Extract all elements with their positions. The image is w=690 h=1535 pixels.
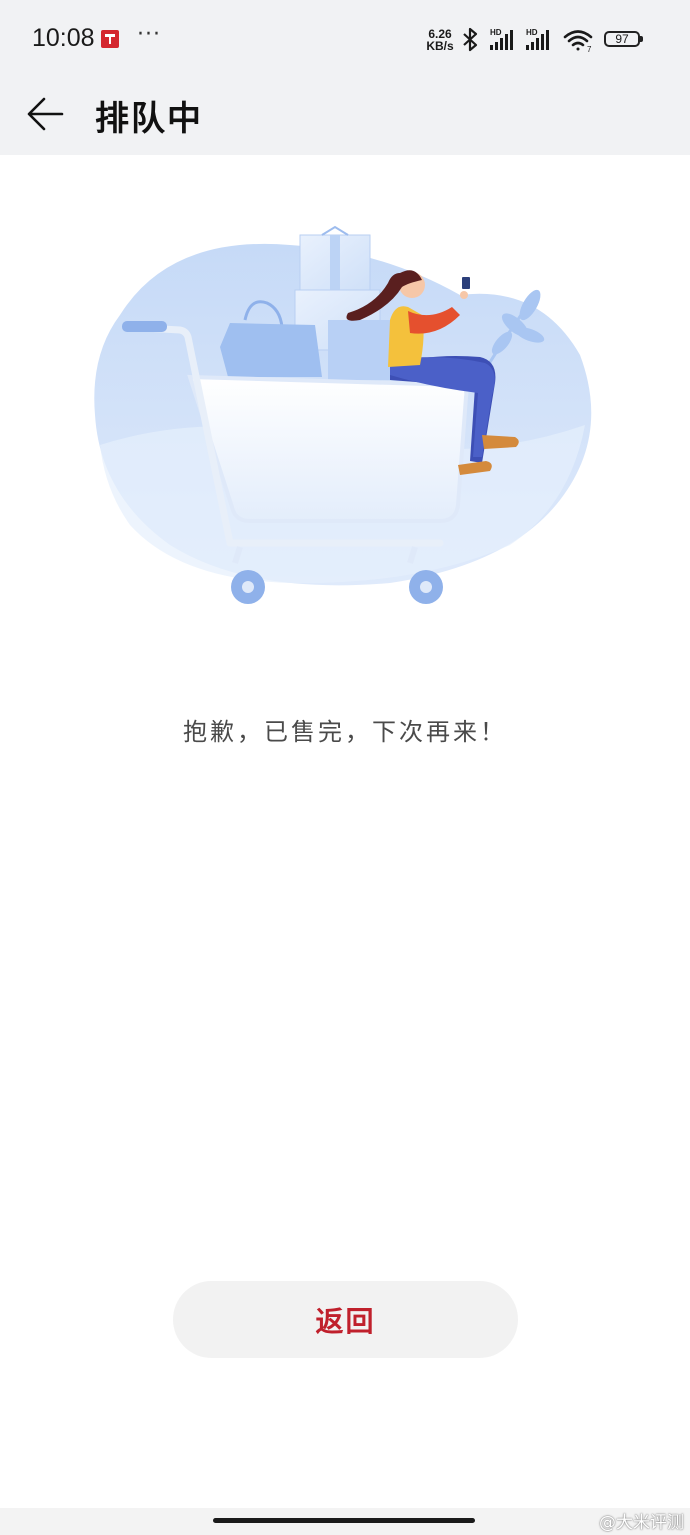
svg-text:HD: HD bbox=[490, 28, 502, 37]
page-title: 排队中 bbox=[95, 99, 203, 139]
gesture-navigation-area bbox=[0, 1508, 690, 1535]
status-time: 10:08 bbox=[32, 24, 95, 52]
screen: 10:08 ··· 6.26 KB/s HD HD 7 97 排队中 抱歉，已售… bbox=[0, 0, 690, 1535]
network-speed-unit: KB/s bbox=[426, 39, 454, 53]
status-bar: 10:08 ··· 6.26 KB/s HD HD 7 97 bbox=[0, 0, 690, 78]
home-indicator[interactable] bbox=[213, 1518, 475, 1523]
bluetooth-icon bbox=[463, 27, 478, 52]
status-more-indicator: ··· bbox=[137, 22, 161, 47]
status-icons: HD HD 7 bbox=[463, 27, 593, 54]
network-speed: 6.26 KB/s bbox=[423, 28, 457, 52]
wifi-icon: 7 bbox=[563, 30, 593, 54]
back-button[interactable] bbox=[22, 90, 70, 138]
return-button[interactable]: 返回 bbox=[173, 1281, 518, 1358]
app-notification-icon bbox=[101, 30, 119, 48]
sold-out-message: 抱歉，已售完，下次再来！ bbox=[183, 718, 507, 746]
back-arrow-icon bbox=[27, 97, 64, 131]
svg-text:7: 7 bbox=[587, 45, 592, 54]
svg-text:HD: HD bbox=[526, 28, 538, 37]
signal-hd-icon: HD bbox=[526, 28, 549, 50]
battery-icon: 97 bbox=[604, 31, 643, 47]
shopping-cart-illustration bbox=[94, 225, 592, 604]
signal-hd-icon: HD bbox=[490, 28, 513, 50]
watermark: @大米评测 bbox=[599, 1513, 684, 1533]
app-header: 排队中 bbox=[0, 78, 690, 155]
